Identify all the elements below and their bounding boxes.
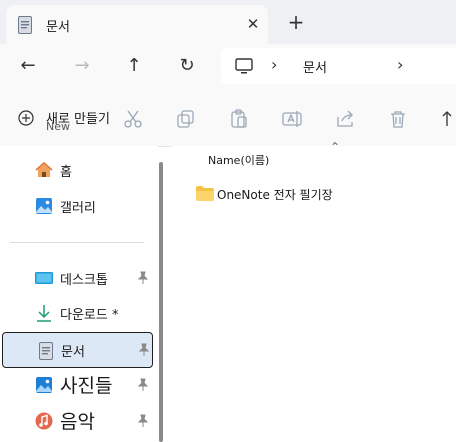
copy-icon [177, 110, 194, 128]
sidebar-item-label: 홈 [60, 165, 72, 180]
tab-title: 문서 [46, 20, 70, 35]
home-icon [35, 161, 53, 177]
sidebar-item-label: 문서 [61, 345, 85, 360]
file-row[interactable]: OneNote 전자 필기장 [192, 182, 442, 206]
sidebar-item-documents[interactable]: 문서 [2, 332, 153, 368]
rename-button[interactable] [281, 108, 305, 132]
sort-icon [442, 111, 452, 126]
document-icon [18, 16, 32, 34]
sidebar-item-gallery[interactable]: 갤러리 [2, 189, 152, 223]
breadcrumb-expand-button[interactable]: › [397, 55, 403, 74]
sidebar-item-label: 다운로드 * [60, 308, 119, 323]
tab-bar: 문서 ✕ + [0, 0, 456, 44]
sidebar-scrollbar[interactable] [157, 146, 165, 442]
sidebar-item-label: 음악 [60, 411, 95, 433]
address-bar[interactable]: › 문서 › [221, 48, 456, 84]
rename-icon [282, 111, 302, 127]
computer-icon [235, 58, 253, 74]
delete-icon [391, 111, 405, 128]
sidebar-item-desktop[interactable]: 데스크톱 [2, 261, 152, 295]
sidebar-item-pictures[interactable]: 사진들 [2, 368, 152, 402]
paste-icon [231, 109, 247, 128]
command-bar: 새로 만들기 New [0, 88, 456, 147]
file-list: ⌃ Name(이름) OneNote 전자 필기장 [172, 140, 456, 442]
music-icon [35, 412, 53, 430]
pin-icon[interactable] [136, 378, 150, 392]
share-icon [337, 110, 353, 127]
forward-button[interactable]: → [68, 52, 96, 80]
cut-button[interactable] [122, 108, 146, 132]
folder-icon [196, 186, 214, 201]
copy-button[interactable] [175, 108, 199, 132]
pin-icon[interactable] [137, 343, 151, 357]
share-button[interactable] [334, 108, 358, 132]
cut-icon [124, 110, 142, 128]
new-tab-button[interactable]: + [284, 10, 308, 34]
back-button[interactable]: ← [14, 52, 42, 80]
download-icon [37, 305, 51, 322]
sidebar-item-downloads[interactable]: 다운로드 * [2, 296, 152, 330]
gallery-icon [36, 198, 52, 214]
pin-icon[interactable] [136, 414, 150, 428]
desktop-icon [35, 272, 53, 284]
sort-button[interactable] [440, 108, 456, 132]
breadcrumb-documents[interactable]: 문서 [303, 57, 327, 76]
sidebar-divider [10, 242, 144, 243]
paste-button[interactable] [228, 108, 252, 132]
close-tab-button[interactable]: ✕ [242, 13, 264, 35]
sidebar-item-label: 데스크톱 [60, 273, 108, 288]
sidebar-item-label: 사진들 [60, 375, 113, 397]
sidebar-scroll-thumb[interactable] [159, 162, 163, 442]
file-name: OneNote 전자 필기장 [217, 188, 333, 202]
new-button[interactable]: 새로 만들기 New [14, 102, 114, 133]
navigation-pane: 홈 갤러리 데스크톱 다운로드 * 문서 사진들 음악 [0, 146, 158, 442]
pictures-icon [36, 377, 52, 393]
delete-button[interactable] [387, 108, 411, 132]
tab-documents[interactable]: 문서 ✕ [6, 5, 268, 44]
plus-circle-icon [18, 110, 34, 126]
sidebar-item-music[interactable]: 음악 [2, 404, 152, 438]
pin-icon[interactable] [136, 271, 150, 285]
refresh-button[interactable]: ↻ [173, 52, 201, 80]
breadcrumb-separator[interactable]: › [271, 55, 277, 74]
up-button[interactable]: ↑ [120, 52, 148, 80]
sort-indicator: ⌃ [330, 140, 341, 154]
documents-icon [39, 342, 53, 360]
sidebar-item-label: 갤러리 [60, 201, 96, 216]
sidebar-item-home[interactable]: 홈 [2, 153, 152, 187]
column-header-name[interactable]: Name(이름) [208, 152, 269, 168]
new-button-sublabel: New [46, 120, 70, 133]
navigation-bar: ← → ↑ ↻ › 문서 › [0, 44, 456, 88]
